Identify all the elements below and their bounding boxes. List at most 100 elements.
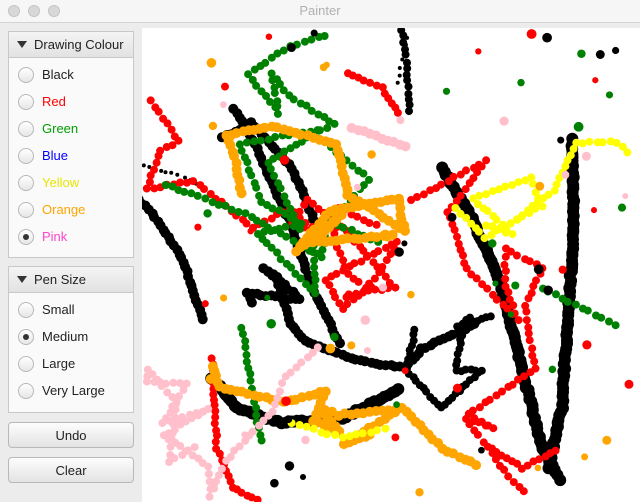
clear-button[interactable]: Clear — [8, 457, 134, 483]
paint-dot — [315, 126, 324, 135]
drawing-surface[interactable] — [142, 28, 640, 502]
paint-dot — [489, 424, 498, 433]
paint-dot — [296, 274, 305, 283]
paint-dot — [507, 311, 514, 318]
size-option-large[interactable]: Large — [9, 350, 133, 377]
paint-dot — [151, 103, 160, 112]
paint-dot — [400, 57, 405, 62]
paint-dot — [405, 107, 413, 116]
paint-dot — [624, 379, 634, 389]
paint-dot — [246, 369, 255, 378]
paint-dot — [187, 189, 196, 198]
paint-dot — [342, 292, 351, 302]
paint-dot — [167, 434, 176, 443]
radio-icon[interactable] — [18, 382, 34, 399]
paint-dot — [252, 403, 261, 412]
paint-dot — [382, 243, 390, 252]
paint-dot — [534, 464, 542, 472]
paint-dot — [393, 401, 400, 408]
colour-label: Orange — [42, 202, 86, 217]
paint-dot — [473, 430, 482, 439]
collapse-triangle-icon — [17, 276, 27, 283]
paint-dot — [525, 336, 534, 345]
paint-dot — [208, 121, 218, 131]
paint-dot — [336, 249, 345, 258]
drawing-colour-header[interactable]: Drawing Colour — [9, 32, 133, 58]
radio-icon[interactable] — [18, 355, 34, 372]
pen-size-title: Pen Size — [34, 272, 87, 287]
paint-dot — [183, 446, 192, 455]
colour-option-blue[interactable]: Blue — [9, 142, 133, 169]
paint-dot — [500, 260, 509, 269]
undo-button[interactable]: Undo — [8, 422, 134, 448]
colour-option-red[interactable]: Red — [9, 88, 133, 115]
radio-icon[interactable] — [18, 174, 34, 191]
paint-dot — [246, 376, 255, 385]
paint-dot — [394, 247, 404, 257]
paint-dot — [453, 232, 461, 241]
paint-dot — [296, 99, 305, 108]
colour-label: Blue — [42, 148, 69, 163]
size-option-very-large[interactable]: Very Large — [9, 377, 133, 404]
paint-dot — [492, 391, 501, 400]
paint-dot — [302, 422, 311, 431]
paint-dot — [330, 332, 339, 342]
size-option-small[interactable]: Small — [9, 296, 133, 323]
colour-option-pink[interactable]: Pink — [9, 223, 133, 250]
paint-dot — [292, 363, 301, 372]
colour-option-orange[interactable]: Orange — [9, 196, 133, 223]
colour-option-black[interactable]: Black — [9, 61, 133, 88]
radio-icon[interactable] — [18, 328, 34, 345]
paint-dot — [483, 442, 492, 451]
radio-icon[interactable] — [18, 147, 34, 164]
drawing-canvas[interactable] — [142, 28, 640, 502]
radio-icon[interactable] — [18, 228, 34, 245]
paint-dot — [280, 192, 289, 201]
paint-dot — [577, 49, 586, 59]
paint-dot — [264, 135, 273, 144]
colour-option-green[interactable]: Green — [9, 115, 133, 142]
paint-dot — [517, 78, 525, 87]
paint-dot — [447, 212, 457, 222]
paint-dot — [163, 170, 168, 175]
pen-size-header[interactable]: Pen Size — [9, 267, 133, 293]
colour-option-yellow[interactable]: Yellow — [9, 169, 133, 196]
radio-icon[interactable] — [18, 93, 34, 110]
paint-dot — [331, 430, 340, 439]
paint-dot — [442, 87, 451, 95]
paint-dot — [247, 171, 256, 180]
paint-dot — [396, 116, 405, 125]
colour-label: Green — [42, 121, 79, 136]
paint-dot — [169, 170, 174, 175]
paint-dot — [255, 421, 264, 430]
paint-dot — [557, 136, 565, 144]
paint-dot — [605, 91, 614, 99]
paint-dot — [357, 257, 366, 266]
paint-dot — [521, 176, 530, 185]
radio-icon[interactable] — [18, 201, 34, 218]
paint-dot — [483, 284, 492, 293]
paint-dot — [529, 282, 538, 291]
paint-dot — [322, 430, 331, 439]
size-option-medium[interactable]: Medium — [9, 323, 133, 350]
paint-dot — [533, 264, 544, 275]
paint-dot — [542, 32, 552, 43]
paint-dot — [449, 172, 458, 181]
radio-icon[interactable] — [18, 66, 34, 83]
paint-dot — [194, 223, 202, 231]
paint-dot — [481, 421, 490, 430]
paint-dot — [284, 415, 293, 424]
paint-dot — [511, 281, 520, 290]
radio-icon[interactable] — [18, 120, 34, 137]
paint-dot — [204, 470, 213, 478]
paint-dot — [401, 240, 408, 247]
paint-dot — [526, 29, 537, 39]
paint-dot — [397, 73, 402, 78]
paint-dot — [274, 179, 283, 188]
paint-dot — [279, 46, 288, 55]
paint-dot — [508, 181, 517, 190]
paint-dot — [400, 141, 411, 152]
paint-dot — [268, 204, 277, 213]
radio-icon[interactable] — [18, 301, 34, 318]
paint-dot — [597, 313, 606, 322]
